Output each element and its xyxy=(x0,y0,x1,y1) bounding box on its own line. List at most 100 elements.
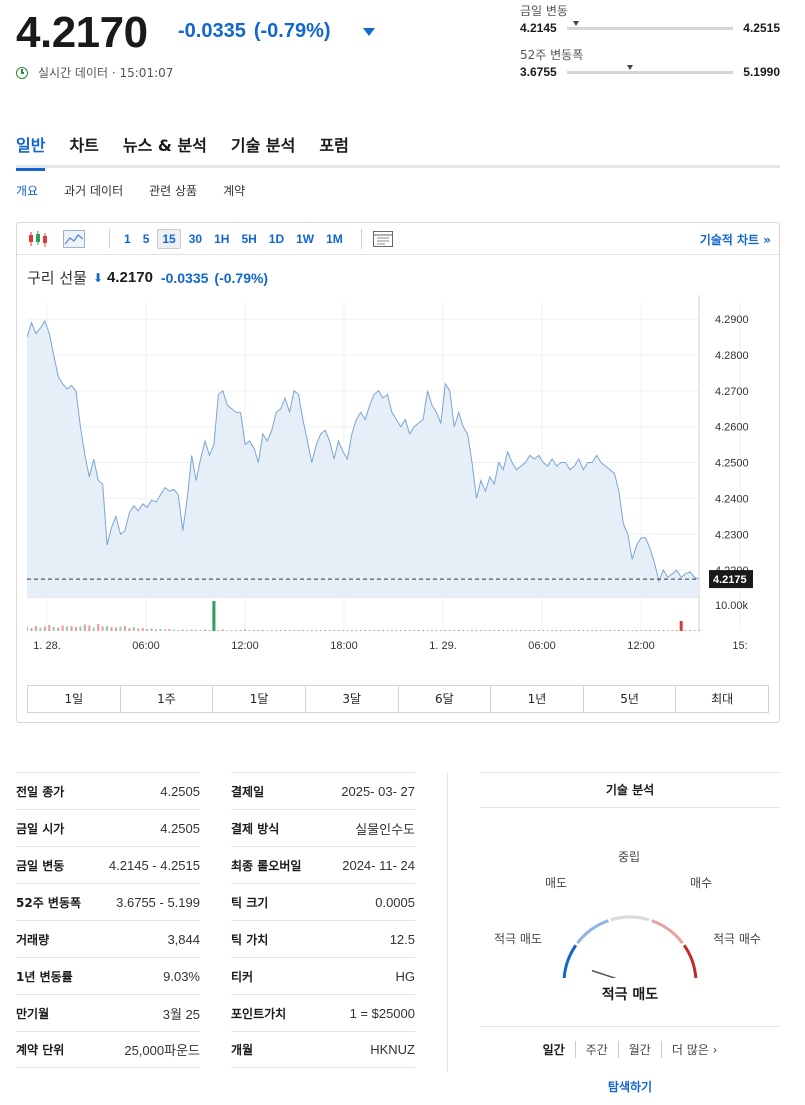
subtab-historical[interactable]: 과거 데이터 xyxy=(64,182,123,199)
period-6m[interactable]: 6달 xyxy=(399,686,492,712)
volume-tick-label: 10.00k xyxy=(715,600,749,612)
timeframe-1h[interactable]: 1H xyxy=(210,230,233,248)
volume-bar xyxy=(172,629,175,631)
stat-label: 금일 시가 xyxy=(16,821,65,836)
timeframe-1[interactable]: 1 xyxy=(120,230,135,248)
timeframe-1w[interactable]: 1W xyxy=(292,230,318,248)
volume-bar xyxy=(168,629,171,631)
volume-bar xyxy=(533,630,536,631)
price-change-abs: -0.0335 xyxy=(178,20,246,42)
technical-chart-link[interactable]: 기술적 차트 » xyxy=(700,231,771,248)
volume-bar xyxy=(382,630,385,631)
timeframe-30[interactable]: 30 xyxy=(185,230,206,248)
volume-bar xyxy=(288,630,291,631)
volume-bar xyxy=(462,630,465,631)
stat-row: 포인트가치 1 = $25000 xyxy=(231,994,415,1031)
stat-value: 3.6755 - 5.199 xyxy=(116,894,200,910)
tab-technical[interactable]: 기술 분석 xyxy=(231,128,295,168)
candlestick-icon[interactable] xyxy=(27,230,49,248)
y-tick-label: 4.2900 xyxy=(715,314,749,326)
volume-bar xyxy=(235,630,238,631)
period-5y[interactable]: 5년 xyxy=(584,686,677,712)
last-price: 4.2170 xyxy=(16,8,148,57)
realtime-label: 실시간 데이터 · 15:01:07 xyxy=(38,66,174,80)
ta-period-weekly[interactable]: 주간 xyxy=(576,1041,619,1058)
subtab-related[interactable]: 관련 상품 xyxy=(149,182,197,199)
timeframe-5h[interactable]: 5H xyxy=(237,230,260,248)
week52-range-high: 5.1990 xyxy=(743,65,780,79)
volume-bar xyxy=(608,630,611,631)
volume-bar xyxy=(524,630,527,631)
volume-bar xyxy=(586,630,589,631)
volume-bar xyxy=(230,630,233,631)
volume-bar xyxy=(261,630,264,631)
period-1y[interactable]: 1년 xyxy=(491,686,584,712)
volume-bar xyxy=(448,630,451,631)
volume-bar xyxy=(519,630,522,631)
volume-bar xyxy=(488,630,491,631)
timeframe-15[interactable]: 15 xyxy=(157,228,181,249)
volume-bar xyxy=(399,630,402,631)
tab-chart[interactable]: 차트 xyxy=(69,128,98,168)
explore-link[interactable]: 탐색하기 xyxy=(480,1078,780,1095)
volume-bar xyxy=(163,629,166,631)
volume-bar xyxy=(671,630,674,631)
timeframe-1m[interactable]: 1M xyxy=(322,230,347,248)
instrument-name: 구리 선물 xyxy=(27,269,87,287)
area-chart-icon[interactable] xyxy=(63,229,85,248)
indicators-icon[interactable] xyxy=(372,230,394,248)
volume-bar xyxy=(475,630,478,631)
tab-general[interactable]: 일반 xyxy=(16,128,46,171)
ta-period-monthly[interactable]: 월간 xyxy=(619,1041,662,1058)
volume-bar xyxy=(635,630,638,631)
period-1m[interactable]: 1달 xyxy=(213,686,306,712)
volume-bar xyxy=(564,630,567,631)
down-arrow-icon: ⬇ xyxy=(92,270,104,285)
volume-bar xyxy=(186,630,189,631)
chart-title: 구리 선물 ⬇ 4.2170 -0.0335 (-0.79%) xyxy=(27,267,274,288)
price-chart[interactable]: 4.2900 4.2800 4.2700 4.2600 4.2500 4.2400 4.23… xyxy=(27,295,769,680)
period-1d[interactable]: 1일 xyxy=(28,686,121,712)
volume-bar xyxy=(515,630,518,631)
volume-bar xyxy=(92,627,95,631)
stat-row: 틱 가치 12.5 xyxy=(231,920,415,957)
stat-value: 12.5 xyxy=(389,931,415,947)
timeframe-5[interactable]: 5 xyxy=(139,230,154,248)
volume-bar xyxy=(364,630,367,631)
subtab-contracts[interactable]: 계약 xyxy=(223,182,245,199)
stat-row: 금일 변동 4.2145 - 4.2515 xyxy=(16,846,200,883)
stat-row: 거래량 3,844 xyxy=(16,920,200,957)
stat-row: 개월 HKNUZ xyxy=(231,1031,415,1068)
x-tick-label: 12:00 xyxy=(627,640,655,652)
volume-bar xyxy=(649,630,652,631)
stat-label: 티커 xyxy=(231,969,254,984)
volume-bar xyxy=(115,627,118,631)
x-tick-label: 18:00 xyxy=(330,640,358,652)
ta-period-daily[interactable]: 일간 xyxy=(533,1041,576,1058)
ta-period-more[interactable]: 더 많은 › xyxy=(662,1041,728,1058)
volume-bar xyxy=(555,630,558,631)
volume-bar xyxy=(239,630,242,631)
timeframe-1d[interactable]: 1D xyxy=(265,230,288,248)
price-area xyxy=(27,320,699,597)
x-tick-label: 1. 28. xyxy=(33,640,61,652)
stat-label: 최종 롤오버일 xyxy=(231,858,302,873)
period-1w[interactable]: 1주 xyxy=(121,686,214,712)
stat-row: 틱 크기 0.0005 xyxy=(231,883,415,920)
volume-bar xyxy=(341,630,344,631)
volume-bar xyxy=(368,630,371,631)
subtab-overview[interactable]: 개요 xyxy=(16,182,38,199)
main-tabs: 일반 차트 뉴스 & 분석 기술 분석 포럼 xyxy=(16,128,780,171)
volume-bar xyxy=(426,630,429,631)
period-3m[interactable]: 3달 xyxy=(306,686,399,712)
technical-periods: 일간 주간 월간 더 많은 › xyxy=(480,1026,780,1072)
gauge-label-sell: 매도 xyxy=(545,876,568,890)
volume-bar xyxy=(97,624,100,631)
day-range-marker xyxy=(573,20,580,26)
volume-bar xyxy=(328,630,331,631)
period-max[interactable]: 최대 xyxy=(676,686,768,712)
column-divider xyxy=(447,772,448,1072)
tab-forum[interactable]: 포럼 xyxy=(319,128,348,168)
gauge-segment xyxy=(651,919,684,945)
tab-news-analysis[interactable]: 뉴스 & 분석 xyxy=(123,128,207,168)
